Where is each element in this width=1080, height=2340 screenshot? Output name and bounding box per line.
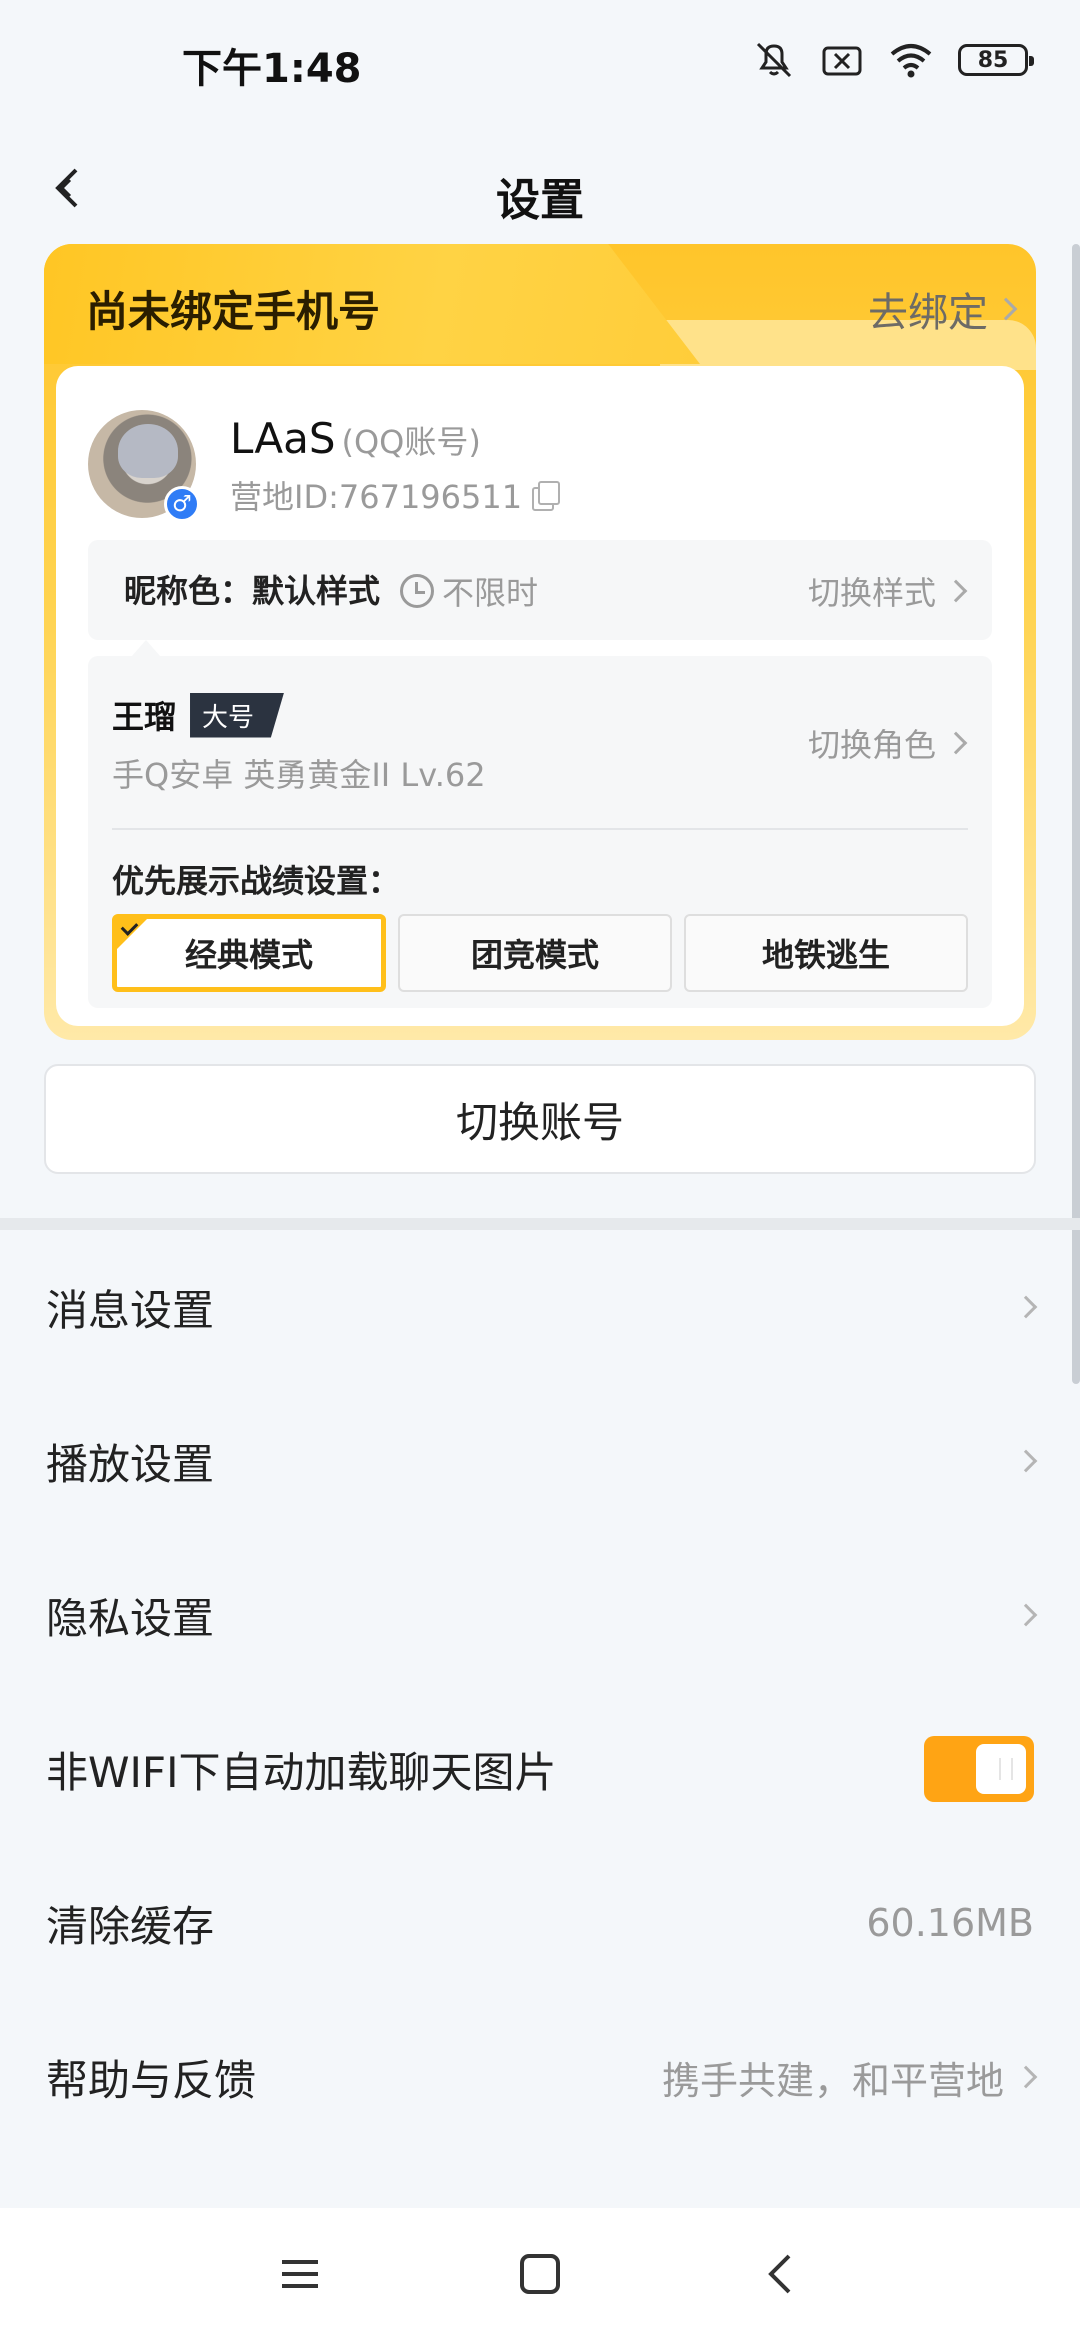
home-square-icon (520, 2254, 560, 2294)
role-info: 手Q安卓 英勇黄金II Lv.62 (112, 756, 486, 794)
switch-role-button[interactable]: 切换角色 (807, 720, 968, 766)
chevron-right-icon (1014, 1603, 1038, 1627)
page-title: 设置 (496, 175, 584, 226)
settings-item-auto-load-images: 非WIFI下自动加载聊天图片 (0, 1692, 1080, 1846)
nickname-text: LAaS (230, 414, 336, 463)
chevron-right-icon (1014, 2065, 1038, 2089)
settings-item-message[interactable]: 消息设置 (0, 1230, 1080, 1384)
camp-id-text: 营地ID:767196511 (230, 478, 523, 516)
nick-color-duration-text: 不限时 (442, 574, 539, 612)
settings-item-help[interactable]: 帮助与反馈 携手共建，和平营地 (0, 2000, 1080, 2154)
bind-phone-link-label: 去绑定 (868, 290, 988, 336)
nick-color-row[interactable]: 昵称色：默认样式 不限时 切换样式 (88, 540, 992, 640)
battery-level: 85 (977, 47, 1009, 73)
help-subtitle: 携手共建，和平营地 (661, 2058, 1004, 2103)
chevron-right-icon (994, 297, 1018, 321)
menu-button[interactable] (260, 2234, 340, 2314)
switch-style-button[interactable]: 切换样式 (807, 568, 968, 614)
section-divider (0, 1218, 1080, 1230)
status-time: 下午1:48 (182, 46, 362, 92)
chevron-right-icon (1014, 1295, 1038, 1319)
status-bar: 下午1:48 85 (0, 0, 1080, 124)
settings-item-privacy[interactable]: 隐私设置 (0, 1538, 1080, 1692)
system-nav-bar (0, 2208, 1080, 2340)
role-name-text: 王瑠 (112, 698, 177, 736)
home-button[interactable] (500, 2234, 580, 2314)
mode-option-team[interactable]: 团竞模式 (398, 914, 672, 992)
settings-item-playback[interactable]: 播放设置 (0, 1384, 1080, 1538)
settings-item-clear-cache[interactable]: 清除缓存 60.16MB (0, 1846, 1080, 2000)
record-preference-label: 优先展示战绩设置： (112, 862, 401, 900)
settings-item-label: 非WIFI下自动加载聊天图片 (46, 1747, 557, 1797)
switch-style-label: 切换样式 (807, 574, 936, 612)
male-gender-icon: ♂ (164, 486, 200, 522)
system-back-button[interactable] (740, 2234, 820, 2314)
role-pointer (132, 640, 160, 656)
scrollbar[interactable] (1072, 244, 1080, 1384)
settings-item-label: 播放设置 (46, 1439, 215, 1489)
chevron-right-icon (944, 731, 968, 755)
copy-icon[interactable] (532, 481, 561, 511)
switch-account-button[interactable]: 切换账号 (44, 1064, 1036, 1174)
role-name: 王瑠 大号 (112, 692, 285, 738)
mute-icon (752, 40, 796, 80)
nick-color-duration: 不限时 (400, 568, 538, 614)
clock-icon (400, 574, 434, 608)
nickname: LAaS (QQ账号) (230, 414, 481, 463)
status-icons: 85 (752, 40, 1034, 80)
auto-load-toggle[interactable] (924, 1736, 1034, 1802)
account-type: (QQ账号) (341, 423, 481, 461)
back-chevron-icon (768, 2254, 791, 2294)
camp-id: 营地ID:767196511 (230, 472, 561, 518)
bind-phone-link[interactable]: 去绑定 (868, 280, 1018, 338)
settings-item-label: 隐私设置 (46, 1593, 215, 1643)
cache-size: 60.16MB (866, 1901, 1034, 1945)
mode-option-metro[interactable]: 地铁逃生 (684, 914, 968, 992)
nick-color-label: 昵称色：默认样式 (124, 572, 381, 610)
chevron-right-icon (1014, 1449, 1038, 1473)
mode-option-classic[interactable]: 经典模式 (112, 914, 386, 992)
no-sim-icon (820, 40, 864, 80)
battery-icon: 85 (958, 44, 1034, 76)
role-badge: 大号 (190, 692, 285, 738)
menu-icon (282, 2260, 318, 2288)
settings-item-label: 清除缓存 (46, 1901, 215, 1951)
settings-item-label: 消息设置 (46, 1285, 215, 1335)
bind-phone-title: 尚未绑定手机号 (86, 287, 381, 336)
mode-selector: 经典模式 团竞模式 地铁逃生 (112, 914, 968, 992)
settings-list: 消息设置 播放设置 隐私设置 非WIFI下自动加载聊天图片 清除缓存 60.16… (0, 1230, 1080, 2154)
settings-item-label: 帮助与反馈 (46, 2055, 257, 2105)
role-box: 王瑠 大号 手Q安卓 英勇黄金II Lv.62 切换角色 优先展示战绩设置： 经… (88, 656, 992, 1008)
chevron-right-icon (944, 579, 968, 603)
wifi-icon (888, 40, 934, 80)
switch-role-label: 切换角色 (807, 726, 936, 764)
divider (112, 828, 968, 830)
